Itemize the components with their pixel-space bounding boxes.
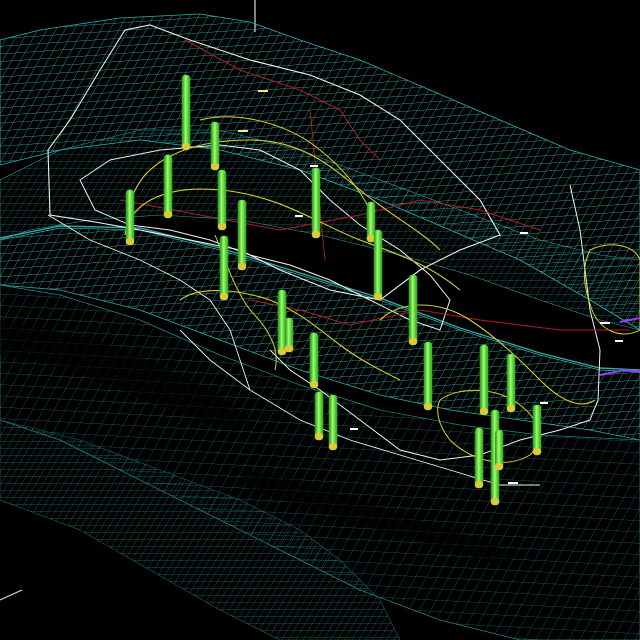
drillhole-intercept [285, 345, 293, 352]
3d-viewport[interactable] [0, 0, 640, 640]
survey-marker[interactable] [520, 232, 528, 234]
survey-marker[interactable] [600, 322, 610, 324]
survey-marker[interactable] [350, 428, 358, 430]
drillhole-intercept [424, 403, 432, 410]
drillhole-intercept [211, 163, 219, 170]
drillhole-intercept [126, 238, 134, 245]
drillhole-intercept [164, 211, 172, 218]
horizontal-axis-line [0, 589, 23, 601]
drillhole-intercept [220, 293, 228, 300]
survey-marker[interactable] [238, 130, 248, 132]
survey-marker[interactable] [310, 165, 318, 167]
survey-marker[interactable] [508, 482, 518, 484]
drillhole-intercept [374, 293, 382, 300]
drillhole-intercept [310, 381, 318, 388]
drillhole-intercept [507, 405, 515, 412]
block-model-mesh [0, 13, 640, 640]
drillhole-intercept [315, 433, 323, 440]
survey-marker[interactable] [295, 215, 303, 217]
drillhole-intercept [495, 463, 503, 470]
drillhole-intercept [329, 443, 337, 450]
survey-marker[interactable] [615, 340, 623, 342]
drillhole-intercept [491, 498, 499, 505]
3d-scene[interactable] [0, 0, 640, 640]
drillhole-intercept [218, 223, 226, 230]
drillhole-intercept [409, 338, 417, 345]
survey-marker[interactable] [540, 402, 548, 404]
drillhole-intercept [312, 231, 320, 238]
survey-marker[interactable] [258, 90, 268, 92]
drillhole-intercept [182, 143, 190, 150]
drillhole-intercept [238, 263, 246, 270]
drillhole-intercept [475, 481, 483, 488]
drillhole-intercept [480, 408, 488, 415]
drillhole-intercept [533, 448, 541, 455]
